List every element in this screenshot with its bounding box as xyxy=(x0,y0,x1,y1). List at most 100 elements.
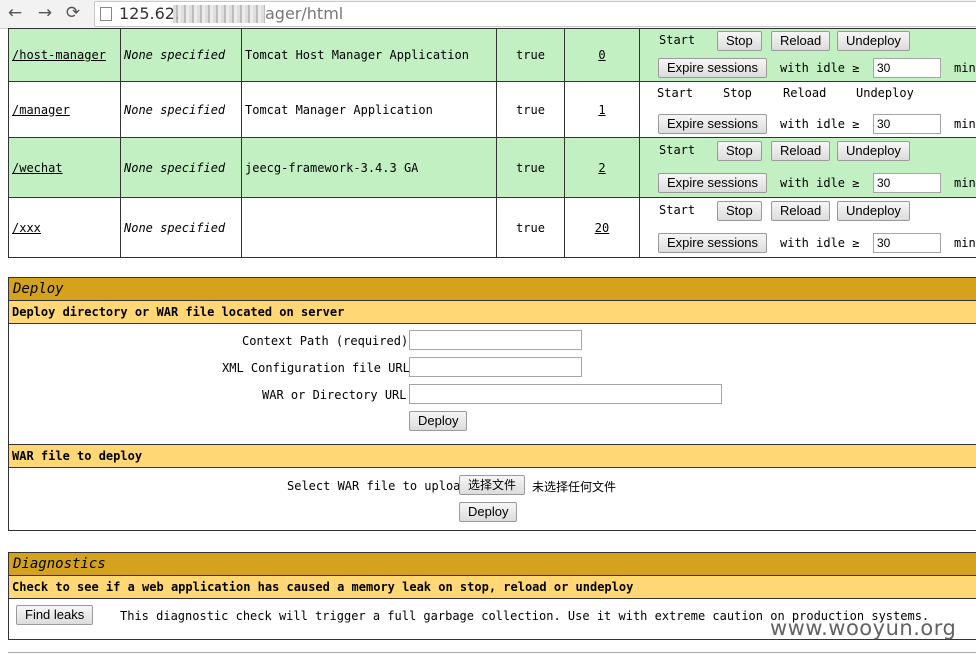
app-sessions-link[interactable]: 1 xyxy=(598,103,605,117)
stop-button[interactable]: Stop xyxy=(717,141,762,161)
applications-table: /host-manager None specified Tomcat Host M… xyxy=(8,28,976,258)
app-path-cell: /xxx xyxy=(8,197,121,258)
app-version: None specified xyxy=(120,197,242,258)
app-version: None specified xyxy=(120,81,242,138)
expire-sessions-button[interactable]: Expire sessions xyxy=(658,58,768,78)
command-row-actions: Start Stop Reload Undeploy xyxy=(641,199,976,229)
command-row-expire: Expire sessions with idle ≥ minutes xyxy=(641,168,976,197)
app-display-name: Tomcat Host Manager Application xyxy=(241,28,497,82)
deploy-server-form: Context Path (required): XML Configurati… xyxy=(9,324,976,445)
command-row-expire: Expire sessions with idle ≥ minutes xyxy=(641,110,976,137)
url-prefix: 125.62. xyxy=(119,4,181,23)
find-leaks-button[interactable]: Find leaks xyxy=(16,605,94,625)
undeploy-button[interactable]: Undeploy xyxy=(837,201,910,221)
command-row-expire: Expire sessions with idle ≥ minutes xyxy=(641,228,976,257)
address-bar[interactable]: 125.62. ager/html xyxy=(94,1,976,27)
undeploy-label: Undeploy xyxy=(856,86,914,100)
select-war-label: Select WAR file to upload xyxy=(287,479,468,493)
app-path-link[interactable]: /xxx xyxy=(12,221,41,235)
stop-label: Stop xyxy=(723,86,752,100)
with-idle-label: with idle ≥ xyxy=(780,61,860,75)
expire-sessions-button[interactable]: Expire sessions xyxy=(658,114,768,134)
war-upload-form: Select WAR file to upload 选择文件 未选择任何文件 D… xyxy=(9,468,976,532)
app-display-name: jeecg-framework-3.4.3 GA xyxy=(241,137,497,198)
start-label: Start xyxy=(657,86,694,100)
deploy-section: Deploy Deploy directory or WAR file loca… xyxy=(8,277,976,531)
app-sessions-link[interactable]: 2 xyxy=(598,161,605,175)
reload-label: Reload xyxy=(783,86,827,100)
no-file-chosen-text: 未选择任何文件 xyxy=(532,480,617,494)
start-label: Start xyxy=(659,143,696,157)
reload-icon[interactable]: ⟳ xyxy=(62,2,84,24)
idle-minutes-input[interactable] xyxy=(873,233,941,253)
app-path-link[interactable]: /host-manager xyxy=(12,48,106,62)
page-icon xyxy=(100,7,112,21)
expire-sessions-button[interactable]: Expire sessions xyxy=(658,173,768,193)
deploy-server-subtitle: Deploy directory or WAR file located on … xyxy=(9,301,976,324)
arrow-left-icon[interactable]: ← xyxy=(4,2,26,24)
bottom-divider xyxy=(8,652,976,653)
app-sessions-cell: 20 xyxy=(564,197,640,258)
app-sessions-link[interactable]: 20 xyxy=(595,221,609,235)
stop-button[interactable]: Stop xyxy=(717,201,762,221)
app-path-link[interactable]: /wechat xyxy=(12,161,63,175)
browser-toolbar: ← → ⟳ 125.62. ager/html xyxy=(0,0,976,29)
undeploy-button[interactable]: Undeploy xyxy=(837,31,910,51)
app-sessions-cell: 2 xyxy=(564,137,640,198)
arrow-right-icon[interactable]: → xyxy=(34,2,56,24)
reload-button[interactable]: Reload xyxy=(771,141,831,161)
minutes-label: minutes xyxy=(954,117,976,131)
minutes-label: minutes xyxy=(954,61,976,75)
table-row: /wechat None specified jeecg-framework-3.4… xyxy=(8,137,976,198)
idle-minutes-input[interactable] xyxy=(873,58,941,78)
command-row-actions: Start Stop Reload Undeploy xyxy=(641,30,976,56)
app-commands: Start Stop Reload Undeploy Expire sessions wi… xyxy=(639,197,976,258)
idle-minutes-input[interactable] xyxy=(873,173,941,193)
deploy-title: Deploy xyxy=(9,278,976,301)
app-sessions-cell: 0 xyxy=(564,28,640,82)
war-upload-subtitle: WAR file to deploy xyxy=(9,445,976,468)
context-path-label: Context Path (required): xyxy=(242,334,416,348)
choose-file-button[interactable]: 选择文件 xyxy=(459,475,526,495)
command-row-actions: Start Stop Reload Undeploy xyxy=(641,139,976,169)
app-path-link[interactable]: /manager xyxy=(12,103,70,117)
app-running: true xyxy=(496,137,565,198)
app-sessions-cell: 1 xyxy=(564,81,640,138)
war-dir-label: WAR or Directory URL: xyxy=(262,388,414,402)
app-commands: Start Stop Reload Undeploy Expire sessions wi… xyxy=(639,81,976,138)
app-sessions-link[interactable]: 0 xyxy=(598,48,605,62)
xml-config-label: XML Configuration file URL: xyxy=(222,361,418,375)
start-label: Start xyxy=(659,203,696,217)
app-display-name: Tomcat Manager Application xyxy=(241,81,497,138)
table-row: /host-manager None specified Tomcat Host M… xyxy=(8,28,976,82)
xml-config-input[interactable] xyxy=(409,357,582,377)
app-running: true xyxy=(496,197,565,258)
undeploy-button[interactable]: Undeploy xyxy=(837,141,910,161)
command-row-actions: Start Stop Reload Undeploy xyxy=(641,83,976,111)
expire-sessions-button[interactable]: Expire sessions xyxy=(658,233,768,253)
idle-minutes-input[interactable] xyxy=(873,114,941,134)
table-row: /manager None specified Tomcat Manager App… xyxy=(8,81,976,138)
war-dir-input[interactable] xyxy=(409,384,722,404)
app-running: true xyxy=(496,28,565,82)
app-path-cell: /manager xyxy=(8,81,121,138)
minutes-label: minutes xyxy=(954,236,976,250)
with-idle-label: with idle ≥ xyxy=(780,176,860,190)
table-row: /xxx None specified true 20 Start Stop Reload U… xyxy=(8,197,976,258)
app-path-cell: /host-manager xyxy=(8,28,121,82)
context-path-input[interactable] xyxy=(409,330,582,350)
app-version: None specified xyxy=(120,137,242,198)
minutes-label: minutes xyxy=(954,176,976,190)
command-row-expire: Expire sessions with idle ≥ minutes xyxy=(641,55,976,81)
app-commands: Start Stop Reload Undeploy Expire sessions wi… xyxy=(639,28,976,82)
with-idle-label: with idle ≥ xyxy=(780,236,860,250)
stop-button[interactable]: Stop xyxy=(717,31,762,51)
reload-button[interactable]: Reload xyxy=(771,201,831,221)
url-redaction xyxy=(173,5,265,23)
reload-button[interactable]: Reload xyxy=(771,31,831,51)
app-running: true xyxy=(496,81,565,138)
start-label: Start xyxy=(659,33,696,47)
app-path-cell: /wechat xyxy=(8,137,121,198)
deploy-server-button[interactable]: Deploy xyxy=(409,411,468,431)
deploy-upload-button[interactable]: Deploy xyxy=(459,502,518,522)
